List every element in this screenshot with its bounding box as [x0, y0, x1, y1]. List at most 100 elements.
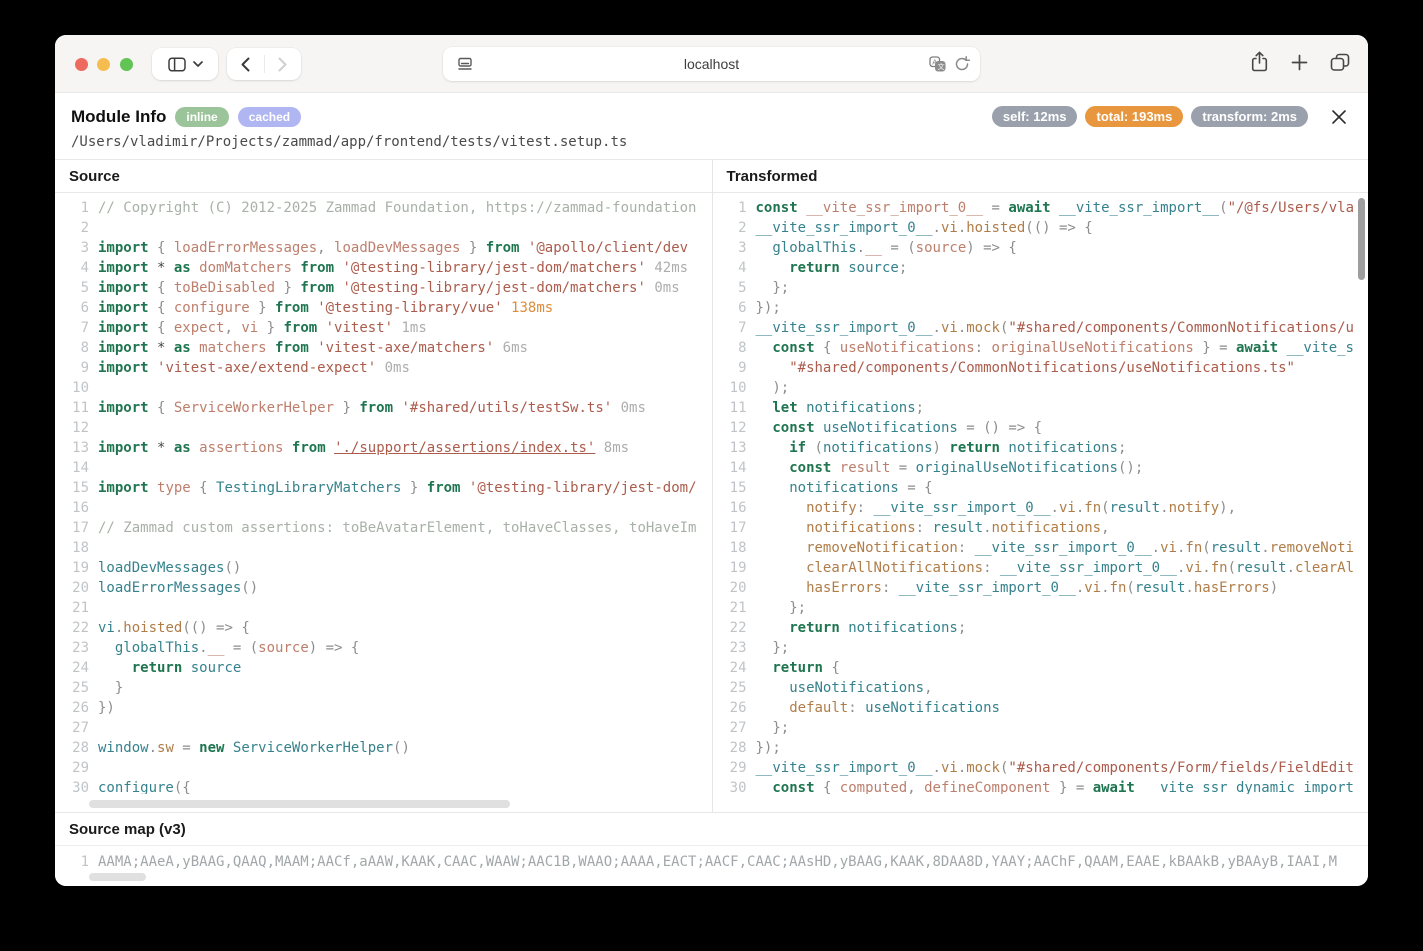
code-token: ,: [1101, 520, 1109, 536]
line-number: 8: [63, 338, 89, 358]
reader-icon[interactable]: [457, 56, 473, 72]
module-file-path: /Users/vladimir/Projects/zammad/app/fron…: [71, 134, 1352, 150]
code-token: from: [300, 260, 342, 276]
code-token: const: [772, 780, 823, 794]
code-token: }: [258, 320, 283, 336]
code-token: 8ms: [595, 440, 629, 456]
transformed-code-view[interactable]: 1const __vite_ssr_import_0__ = await __v…: [713, 193, 1369, 794]
code-line: 12: [63, 418, 712, 438]
code-token: loadDevMessages: [98, 560, 224, 576]
line-number: 18: [721, 538, 747, 558]
new-tab-icon[interactable]: [1291, 54, 1308, 71]
forward-button[interactable]: [265, 48, 302, 80]
code-line: 3import { loadErrorMessages, loadDevMess…: [63, 238, 712, 258]
module-info-header: Module Info inlinecached self: 12mstotal…: [55, 93, 1368, 159]
code-token: :: [882, 580, 899, 596]
code-token: import: [98, 400, 157, 416]
code-token: source: [916, 240, 967, 256]
reload-icon[interactable]: [954, 56, 970, 72]
code-token: vi: [1160, 540, 1177, 556]
translate-icon[interactable]: A 文: [929, 56, 946, 72]
code-token: .: [1287, 560, 1295, 576]
source-horizontal-scrollbar[interactable]: [89, 800, 510, 808]
code-token: ;: [958, 620, 966, 636]
code-token: .: [933, 320, 941, 336]
code-token: result: [840, 460, 891, 476]
code-token: from: [300, 280, 342, 296]
code-line: 26}): [63, 698, 712, 718]
line-number: 5: [63, 278, 89, 298]
close-icon[interactable]: [1328, 106, 1350, 128]
sidebar-toggle-button[interactable]: [152, 48, 218, 80]
code-token: [756, 340, 773, 356]
code-token: (: [1228, 560, 1236, 576]
code-line: 28});: [721, 738, 1369, 758]
code-token: .: [933, 220, 941, 236]
code-token: }: [401, 480, 426, 496]
source-code-view[interactable]: 1// Copyright (C) 2012-2025 Zammad Found…: [55, 193, 712, 794]
code-token: __vite_ssr_import_0__: [756, 760, 933, 776]
code-token: from: [283, 320, 325, 336]
code-token: [756, 420, 773, 436]
code-token: __vite_ssr_import_0__: [899, 580, 1076, 596]
code-line: 6import { configure } from '@testing-lib…: [63, 298, 712, 318]
code-token: import: [98, 440, 157, 456]
line-number: 30: [63, 778, 89, 794]
code-token: :: [958, 540, 975, 556]
code-token: [756, 700, 790, 716]
code-token: .: [1152, 540, 1160, 556]
line-number: 17: [721, 518, 747, 538]
line-number: 24: [63, 658, 89, 678]
traffic-light-zoom[interactable]: [120, 58, 133, 71]
code-token: fn: [1084, 500, 1101, 516]
code-token: {: [823, 340, 840, 356]
code-line: 22vi.hoisted(() => {: [63, 618, 712, 638]
share-icon[interactable]: [1250, 51, 1269, 73]
back-button[interactable]: [227, 48, 264, 80]
code-token: } =: [1194, 340, 1236, 356]
line-number: 3: [721, 238, 747, 258]
code-token: as: [174, 440, 199, 456]
traffic-light-minimize[interactable]: [97, 58, 110, 71]
sourcemap-content[interactable]: 1AAMA;AAeA,yBAAG,QAAQ,MAAM;AACf,aAAW,KAA…: [55, 846, 1368, 872]
code-token: .: [1202, 560, 1210, 576]
code-line: 9import 'vitest-axe/extend-expect' 0ms: [63, 358, 712, 378]
code-token: .: [857, 240, 865, 256]
code-token: '@testing-library/jest-dom/matchers': [342, 260, 645, 276]
code-token: }: [98, 680, 123, 696]
code-token: .: [1185, 580, 1193, 596]
code-token: = () => {: [958, 420, 1042, 436]
code-token: __vite_ssr_import__: [1059, 200, 1219, 216]
tab-overview-icon[interactable]: [1330, 53, 1350, 72]
code-line: 13 if (notifications) return notificatio…: [721, 438, 1369, 458]
line-number: 22: [721, 618, 747, 638]
line-number: 8: [721, 338, 747, 358]
code-token: 'vitest': [326, 320, 393, 336]
code-token: hasErrors: [806, 580, 882, 596]
code-line: 4import * as domMatchers from '@testing-…: [63, 258, 712, 278]
line-number: 13: [721, 438, 747, 458]
code-token: '@testing-library/jest-dom/: [469, 480, 697, 496]
code-token: (: [1219, 200, 1227, 216]
code-token: ;: [899, 260, 907, 276]
sourcemap-section: Source map (v3) 1AAMA;AAeA,yBAAG,QAAQ,MA…: [55, 812, 1368, 886]
code-line: 15import type { TestingLibraryMatchers }…: [63, 478, 712, 498]
code-token: vi: [941, 760, 958, 776]
code-line: 26 default: useNotifications: [721, 698, 1369, 718]
code-token: import: [98, 300, 157, 316]
line-number: 28: [63, 738, 89, 758]
line-number: 28: [721, 738, 747, 758]
transformed-vertical-scrollbar[interactable]: [1358, 198, 1365, 280]
code-line: 18 removeNotification: __vite_ssr_import…: [721, 538, 1369, 558]
line-number: 22: [63, 618, 89, 638]
code-token: sw: [157, 740, 174, 756]
address-bar[interactable]: localhost A 文: [443, 47, 980, 81]
code-token: 0ms: [646, 280, 680, 296]
traffic-light-close[interactable]: [75, 58, 88, 71]
code-line: 17// Zammad custom assertions: toBeAvata…: [63, 518, 712, 538]
module-link[interactable]: './support/assertions/index.ts': [334, 440, 595, 456]
line-number: 4: [63, 258, 89, 278]
sourcemap-horizontal-scrollbar[interactable]: [89, 873, 146, 881]
line-number: 17: [63, 518, 89, 538]
line-number: 25: [721, 678, 747, 698]
